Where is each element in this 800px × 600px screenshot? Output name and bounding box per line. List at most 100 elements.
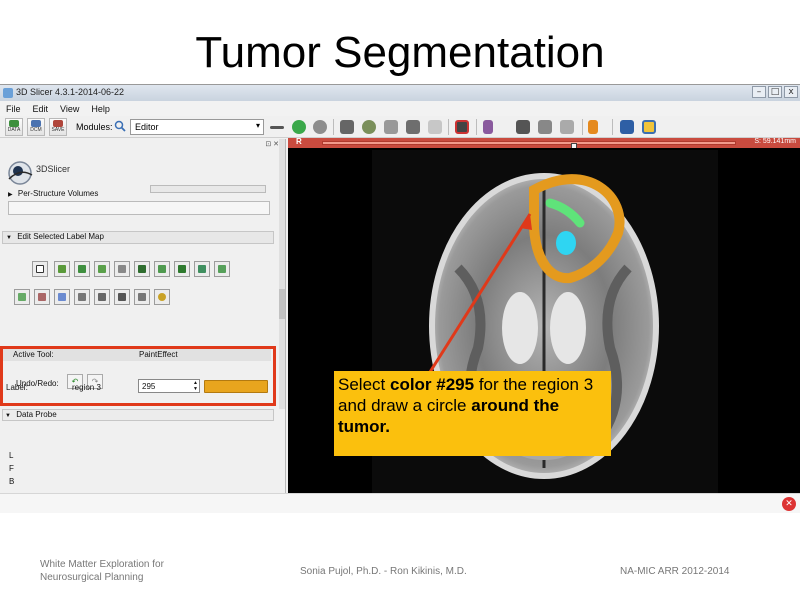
- island-tool-button[interactable]: [214, 261, 230, 277]
- slicer-logo-icon: [8, 161, 33, 185]
- model-icon: [58, 293, 66, 301]
- models-icon[interactable]: [384, 120, 398, 134]
- footer-authors: Sonia Pujol, Ph.D. - Ron Kikinis, M.D.: [300, 566, 467, 577]
- make-model-tool-button[interactable]: [54, 289, 70, 305]
- menu-help[interactable]: Help: [91, 104, 110, 114]
- collapse-down-icon: ▼: [5, 413, 11, 419]
- draw-tool-button[interactable]: [94, 261, 110, 277]
- paint-tool-button[interactable]: [74, 261, 90, 277]
- toolbar-separator: [612, 119, 613, 135]
- label-stats-tool-button[interactable]: [154, 289, 170, 305]
- grid-tool-button[interactable]: [194, 261, 210, 277]
- footer-left-line1: White Matter Exploration for: [40, 559, 164, 570]
- menu-file[interactable]: File: [6, 104, 21, 114]
- cube-icon[interactable]: [340, 120, 354, 134]
- footer-project: NA-MIC ARR 2012-2014: [620, 566, 730, 577]
- minimize-button[interactable]: –: [752, 86, 766, 98]
- brain-icon[interactable]: [362, 120, 376, 134]
- callout-text-1: Select: [338, 375, 390, 394]
- menu-view[interactable]: View: [60, 104, 79, 114]
- window-title: 3D Slicer 4.3.1-2014-06-22: [16, 87, 125, 97]
- transforms-icon[interactable]: [406, 120, 420, 134]
- change-label-icon: [58, 265, 66, 273]
- dicom-icon: [31, 120, 41, 127]
- menu-edit[interactable]: Edit: [33, 104, 49, 114]
- highlight-box: [0, 346, 276, 406]
- dilate-tool-button[interactable]: [174, 261, 190, 277]
- slice-icon[interactable]: [560, 120, 574, 134]
- footer-left: White Matter Exploration for Neurosurgic…: [40, 558, 164, 584]
- fast-marching-icon: [98, 293, 106, 301]
- dicom-button[interactable]: DCM: [27, 118, 45, 136]
- identify-islands-tool-button[interactable]: [34, 289, 50, 305]
- data-probe-label: Data Probe: [16, 410, 57, 419]
- panel-scrollbar[interactable]: [279, 139, 285, 409]
- callout-bold-1: color #295: [389, 375, 475, 394]
- per-structure-volumes-label: Per-Structure Volumes: [17, 189, 99, 198]
- mouse-mode-icon[interactable]: [483, 120, 493, 134]
- scene-view-icon[interactable]: [538, 120, 552, 134]
- window-titlebar: 3D Slicer 4.3.1-2014-06-22 – □ x: [0, 85, 800, 101]
- chevron-down-icon: ▾: [255, 121, 260, 130]
- wand-effect-tool-button[interactable]: [134, 289, 150, 305]
- erode-tool-button[interactable]: [154, 261, 170, 277]
- grid-icon: [198, 265, 206, 273]
- maximize-button[interactable]: □: [768, 86, 782, 98]
- layout-icon[interactable]: [455, 120, 469, 134]
- module-select[interactable]: Editor ▾: [130, 119, 264, 135]
- load-data-button[interactable]: DATA: [5, 118, 23, 136]
- watershed-icon: [78, 293, 86, 301]
- slice-offset-value: S: 59.141mm: [754, 138, 796, 145]
- main-toolbar: DATA DCM SAVE Modules: Editor ▾: [0, 116, 800, 138]
- load-data-label: DATA: [7, 127, 21, 133]
- threshold-icon: [18, 293, 26, 301]
- modules-label: Modules:: [76, 122, 113, 132]
- grow-cut-tool-button[interactable]: [114, 289, 130, 305]
- extension-manager-icon[interactable]: [620, 120, 634, 134]
- fast-marching-tool-button[interactable]: [94, 289, 110, 305]
- window-controls: – □ x: [752, 86, 798, 98]
- toolbar-separator: [448, 119, 449, 135]
- search-icon[interactable]: [114, 120, 126, 132]
- paint-icon: [78, 265, 86, 273]
- scrollbar-thumb[interactable]: [279, 289, 285, 319]
- pointer-icon: [36, 265, 44, 273]
- toolbar-separator: [476, 119, 477, 135]
- python-icon[interactable]: [642, 120, 656, 134]
- level-tracing-tool-button[interactable]: [114, 261, 130, 277]
- island-icon: [218, 265, 226, 273]
- slide: Tumor Segmentation 3D Slicer 4.3.1-2014-…: [0, 0, 800, 600]
- forward-arrow-icon[interactable]: [313, 120, 327, 134]
- screenshot-icon[interactable]: [516, 120, 530, 134]
- slice-slider[interactable]: [322, 141, 736, 151]
- wand-icon: [118, 265, 126, 273]
- per-structure-volumes-section[interactable]: ▶ Per-Structure Volumes: [8, 189, 278, 201]
- save-button[interactable]: SAVE: [49, 118, 67, 136]
- erode-icon: [158, 265, 166, 273]
- edit-selected-label-map-label: Edit Selected Label Map: [17, 232, 104, 241]
- slicer-logo-text: 3DSlicer: [36, 164, 71, 174]
- stats-icon: [158, 293, 166, 301]
- change-label-tool-button[interactable]: [54, 261, 70, 277]
- close-window-button[interactable]: x: [784, 86, 798, 98]
- footer-left-line2: Neurosurgical Planning: [40, 572, 144, 583]
- image-tool-button[interactable]: [134, 261, 150, 277]
- annotation-icon[interactable]: [428, 120, 442, 134]
- load-data-icon: [9, 120, 19, 127]
- orientation-l: L: [9, 451, 14, 460]
- orientation-f: F: [9, 464, 14, 473]
- orientation-b: B: [9, 477, 15, 486]
- default-tool-button[interactable]: [32, 261, 48, 277]
- data-probe-section[interactable]: ▼ Data Probe: [2, 409, 274, 421]
- collapse-right-icon: ▶: [8, 192, 13, 198]
- edit-selected-label-map-section[interactable]: ▼ Edit Selected Label Map: [2, 231, 274, 244]
- error-log-icon[interactable]: ✕: [782, 497, 796, 511]
- module-list-icon[interactable]: [270, 126, 284, 129]
- crosshair-icon[interactable]: [588, 120, 598, 134]
- module-select-value: Editor: [135, 122, 159, 132]
- back-arrow-icon[interactable]: [292, 120, 306, 134]
- panel-controls[interactable]: ⊡ ✕: [265, 140, 279, 148]
- threshold-tool-button[interactable]: [14, 289, 30, 305]
- dilate-icon: [178, 265, 186, 273]
- watershed-tool-button[interactable]: [74, 289, 90, 305]
